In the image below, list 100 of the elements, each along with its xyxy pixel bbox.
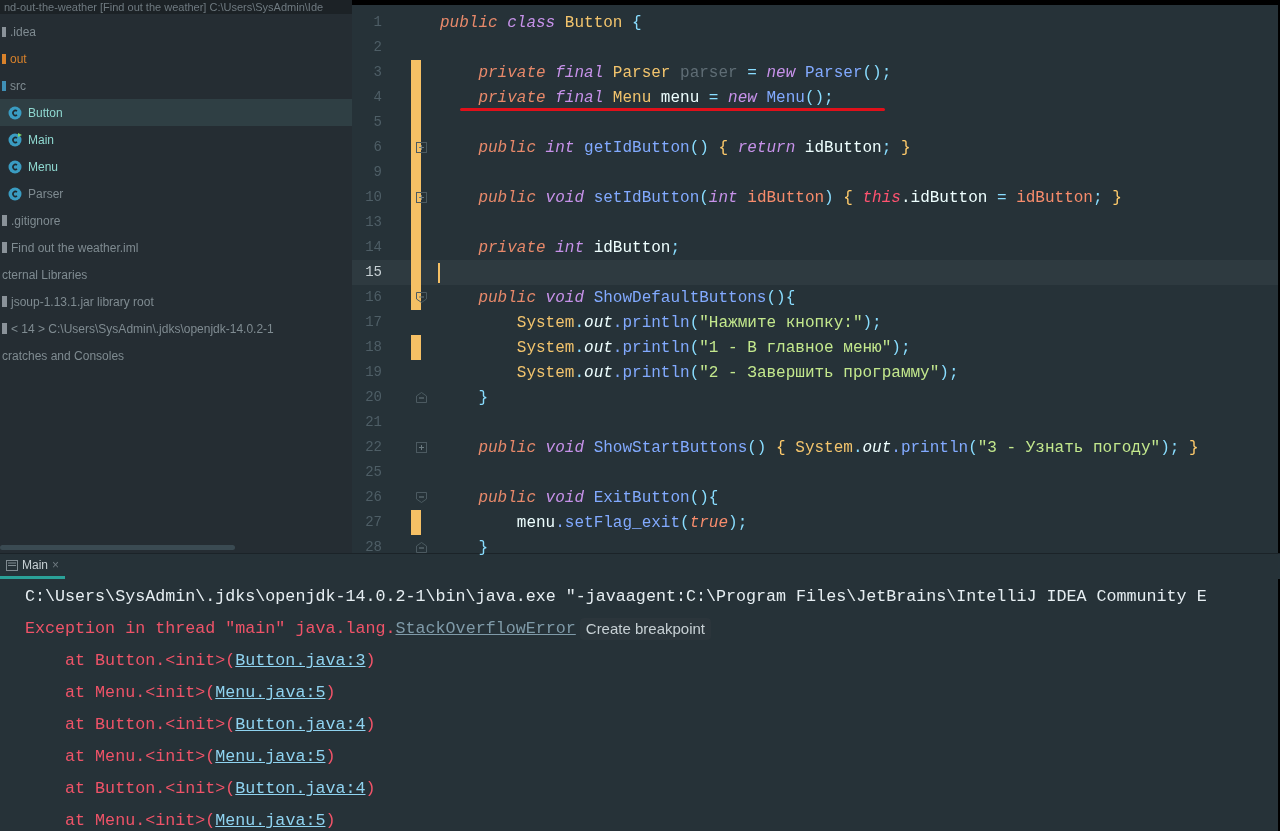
code-token: (	[968, 437, 978, 459]
code-token: System	[515, 337, 575, 359]
code-token: ShowDefaultButtons	[592, 287, 767, 309]
code-token: (){	[766, 287, 796, 309]
text-caret	[438, 262, 440, 283]
code-token: void	[544, 437, 585, 459]
console-text: )	[365, 650, 376, 673]
console-link[interactable]: Button.java:3	[235, 648, 366, 674]
console-text: at Button.<init>(	[64, 650, 236, 673]
code-token: menu	[515, 512, 556, 534]
console-link[interactable]: Menu.java:5	[215, 808, 326, 831]
code-token: .	[574, 337, 585, 359]
code-token: );	[862, 312, 882, 334]
code-token: int	[544, 137, 575, 159]
fold-minus-icon[interactable]	[416, 292, 427, 303]
tree-item[interactable]: Button	[0, 99, 352, 126]
code-token: {	[717, 137, 729, 159]
tab-label: Main	[22, 557, 48, 574]
console-link[interactable]: Menu.java:5	[215, 680, 326, 706]
code-token: ;	[1092, 187, 1103, 209]
tree-item[interactable]: out	[0, 45, 352, 72]
code-token: );	[939, 362, 959, 384]
console-text: Exception in thread "main" java.lang.	[25, 618, 396, 641]
code-token: final	[554, 62, 604, 84]
tree-item[interactable]: .idea	[0, 18, 352, 45]
fold-plus-icon[interactable]	[416, 142, 427, 153]
code-token: }	[1111, 187, 1122, 209]
console-text: at Button.<init>(	[64, 714, 236, 737]
code-token: menu	[659, 87, 700, 109]
tree-item[interactable]: cratches and Consoles	[0, 342, 352, 369]
code-token: System	[515, 312, 575, 334]
code-token: ;	[670, 237, 681, 259]
code-token: out	[584, 337, 613, 359]
code-token: return	[736, 137, 796, 159]
code-token: Parser	[803, 62, 863, 84]
code-token: idButton	[592, 237, 671, 259]
fold-plus-icon[interactable]	[416, 192, 427, 203]
code-token: public	[477, 187, 536, 209]
code-token: true	[689, 512, 729, 534]
tree-item[interactable]: Menu	[0, 153, 352, 180]
tree-item[interactable]: src	[0, 72, 352, 99]
code-token: .	[574, 312, 585, 334]
file-icon	[2, 242, 7, 253]
code-token: .idButton	[900, 187, 988, 209]
code-token: .println	[612, 312, 690, 334]
code-token: private	[477, 62, 546, 84]
code-token: ();	[804, 87, 834, 109]
code-token: Parser	[611, 62, 671, 84]
code-token: Menu	[765, 87, 805, 109]
code-token: (	[699, 187, 709, 209]
code-token: ()	[689, 137, 709, 159]
code-token: );	[728, 512, 748, 534]
code-token: public	[477, 287, 536, 309]
file-icon	[2, 215, 7, 226]
code-token: "3 - Узнать погоду"	[977, 437, 1161, 459]
code-token: (	[689, 362, 700, 384]
console-link[interactable]: Menu.java:5	[215, 744, 326, 770]
tree-item[interactable]: .gitignore	[0, 207, 352, 234]
project-title: nd-out-the-weather [Find out the weather] C:\Users\SysAdmin\Ide	[0, 0, 352, 14]
code-token: setIdButton	[592, 187, 700, 209]
code-token: "1 - В главное меню"	[699, 337, 892, 359]
code-token: public	[477, 437, 536, 459]
console-link[interactable]: Button.java:4	[235, 712, 366, 738]
console-link[interactable]: Button.java:4	[235, 776, 366, 802]
code-token: private	[477, 87, 546, 109]
tree-item[interactable]: Find out the weather.iml	[0, 234, 352, 261]
code-token: idButton	[803, 137, 882, 159]
console-icon	[6, 559, 18, 571]
code-token: out	[862, 437, 892, 459]
code-token: (	[680, 512, 690, 534]
console-text: at Menu.<init>(	[64, 810, 216, 831]
code-token: }	[477, 387, 488, 409]
class-icon	[8, 186, 22, 201]
code-token: int	[708, 187, 738, 209]
code-token: public	[440, 12, 498, 34]
scrollbar[interactable]	[0, 545, 235, 550]
tree-item[interactable]: < 14 > C:\Users\SysAdmin\.jdks\openjdk-14.0.2-1	[0, 315, 352, 342]
code-token: =	[707, 87, 719, 109]
code-token: {	[842, 187, 853, 209]
console-text: at Button.<init>(	[64, 778, 236, 801]
change-marker[interactable]	[411, 335, 421, 360]
tooltip: Create breakpoint	[579, 617, 712, 641]
code-token: class	[506, 12, 556, 34]
code-token: public	[477, 137, 536, 159]
code-token: {	[775, 437, 786, 459]
code-token: idButton	[1015, 187, 1093, 209]
code-token: (){	[689, 487, 719, 509]
code-token: new	[727, 87, 757, 109]
tree-item[interactable]: cternal Libraries	[0, 261, 352, 288]
change-marker[interactable]	[411, 285, 421, 310]
code-token: void	[544, 487, 585, 509]
console-link[interactable]: StackOverflowError	[395, 616, 576, 642]
change-marker[interactable]	[411, 60, 421, 85]
console-text: )	[325, 682, 336, 705]
tree-item[interactable]: Parser	[0, 180, 352, 207]
change-marker[interactable]	[411, 510, 421, 535]
tree-item[interactable]: jsoup-1.13.1.jar library root	[0, 288, 352, 315]
tree-item[interactable]: Main	[0, 126, 352, 153]
code-token: ExitButton	[592, 487, 690, 509]
close-button[interactable]: ×	[52, 556, 60, 574]
